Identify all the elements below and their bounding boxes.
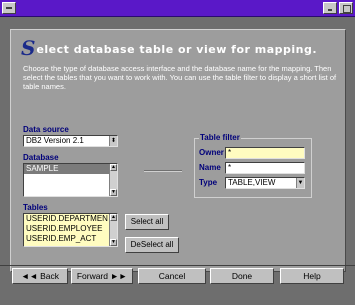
forward-button[interactable]: Forward ►► (71, 268, 133, 284)
system-menu-icon[interactable] (2, 2, 16, 14)
window-frame: S elect database table or view for mappi… (0, 17, 355, 305)
data-source-label: Data source (23, 125, 69, 134)
tables-scrollbar[interactable]: ▲ ▼ (109, 214, 117, 246)
done-button[interactable]: Done (210, 268, 274, 284)
deselect-all-button[interactable]: DeSelect all (125, 237, 179, 253)
name-input[interactable]: * (225, 162, 305, 174)
description-text: Choose the type of database access inter… (23, 64, 337, 91)
list-item[interactable]: USERID.DEPARTMEN (24, 214, 117, 224)
type-dropdown[interactable]: TABLE,VIEW ▼ (225, 177, 305, 189)
database-label: Database (23, 153, 59, 162)
bottom-divider (0, 265, 355, 266)
select-all-button[interactable]: Select all (125, 214, 169, 230)
list-item[interactable]: USERID.EMPLOYEE (24, 224, 117, 234)
list-item[interactable]: USERID.EMP_ACT (24, 234, 117, 244)
chevron-down-icon[interactable]: ▼ (296, 178, 304, 188)
minimize-icon[interactable] (323, 2, 337, 14)
scroll-up-icon[interactable]: ▲ (110, 214, 117, 221)
type-label: Type (199, 178, 218, 187)
cancel-button[interactable]: Cancel (138, 268, 206, 284)
database-list[interactable]: SAMPLE ▲ ▼ (23, 163, 118, 197)
tables-list[interactable]: USERID.DEPARTMEN USERID.EMPLOYEE USERID.… (23, 213, 118, 247)
page-heading: S elect database table or view for mappi… (21, 38, 317, 58)
separator (144, 170, 182, 172)
table-filter-group: Table filter Owner * Name * Type TABLE,V… (194, 133, 312, 198)
owner-input[interactable]: * (225, 147, 305, 159)
database-scrollbar[interactable]: ▲ ▼ (109, 164, 117, 196)
type-value: TABLE,VIEW (228, 178, 276, 187)
tables-label: Tables (23, 203, 48, 212)
name-label: Name (199, 163, 221, 172)
back-button[interactable]: ◄◄ Back (12, 268, 68, 284)
heading-text: elect database table or view for mapping… (36, 43, 318, 56)
table-filter-title: Table filter (199, 133, 241, 142)
maximize-icon[interactable] (339, 2, 353, 14)
scroll-up-icon[interactable]: ▲ (110, 164, 117, 171)
data-source-value: DB2 Version 2.1 (26, 136, 84, 145)
heading-initial: S (21, 36, 36, 60)
main-panel: S elect database table or view for mappi… (10, 29, 346, 272)
help-button[interactable]: Help (280, 268, 344, 284)
scroll-down-icon[interactable]: ▼ (110, 239, 117, 246)
title-bar[interactable] (0, 0, 355, 17)
dropdown-spin-icon[interactable]: ⬍ (109, 136, 117, 146)
owner-label: Owner (199, 148, 224, 157)
data-source-dropdown[interactable]: DB2 Version 2.1 ⬍ (23, 135, 118, 147)
list-item[interactable]: SAMPLE (24, 164, 117, 174)
scroll-down-icon[interactable]: ▼ (110, 189, 117, 196)
